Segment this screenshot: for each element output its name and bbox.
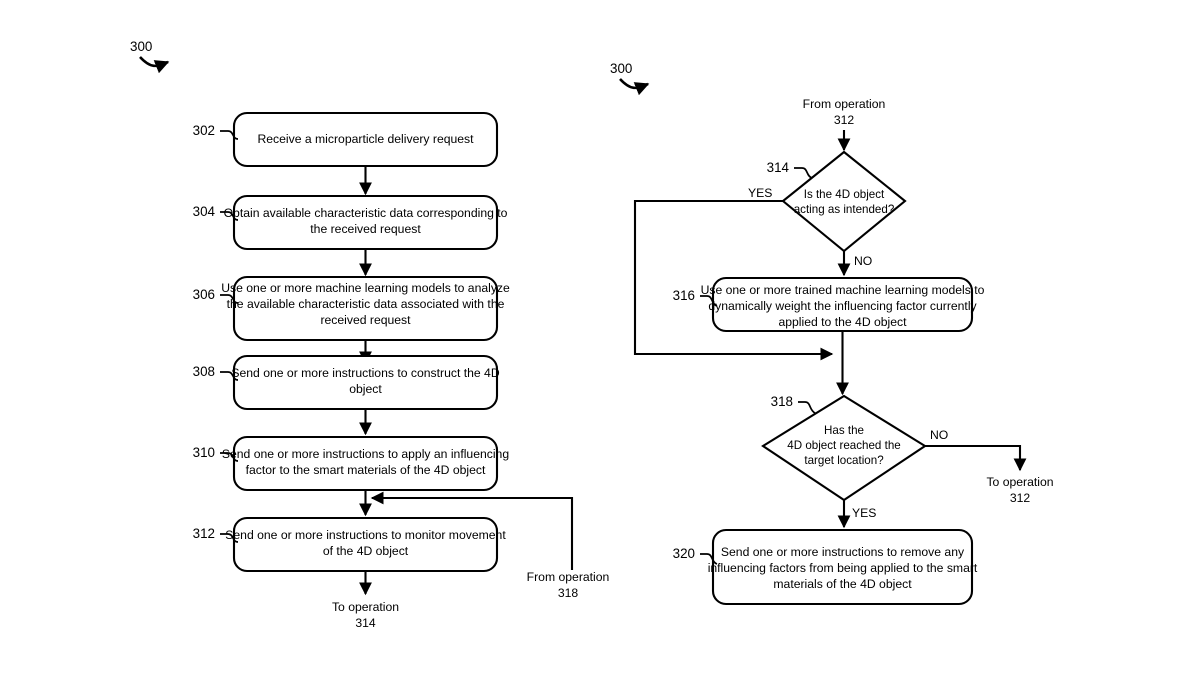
no-branch-318-exit [925, 444, 1027, 472]
exit-note-line-2: 314 [355, 616, 376, 630]
decision-314-yes-label: YES [748, 186, 772, 200]
step-320-line-1: Send one or more instructions to remove … [721, 545, 965, 559]
ref-leader-318 [798, 401, 816, 414]
ref-label-304: 304 [193, 204, 216, 219]
step-320-line-2: influencing factors from being applied t… [708, 561, 978, 575]
step-308-line-2: object [349, 382, 382, 396]
step-306-line-3: received request [320, 313, 411, 327]
figure-number-right: 300 [610, 61, 632, 76]
patent-flowchart-figure: 300 Receive a microparticle delivery req… [0, 0, 1200, 675]
step-304-line-2: the received request [310, 222, 421, 236]
ref-label-308: 308 [193, 364, 215, 379]
figure-number-left-arrow [139, 56, 170, 74]
step-box-320: Send one or more instructions to remove … [708, 528, 978, 606]
no-exit-note-line-2: 312 [1010, 491, 1031, 505]
decision-314-line-2: acting as intended? [794, 203, 895, 216]
ref-leader-314 [794, 167, 813, 179]
ref-label-316: 316 [673, 288, 695, 303]
decision-diamond-314: Is the 4D object acting as intended? [781, 150, 907, 253]
step-box-306: Use one or more machine learning models … [221, 275, 510, 342]
step-308-line-1: Send one or more instructions to constru… [231, 366, 499, 380]
step-312-line-1: Send one or more instructions to monitor… [225, 528, 506, 542]
step-box-312: Send one or more instructions to monitor… [225, 516, 506, 573]
decision-318-no-label: NO [930, 428, 948, 442]
figure-number-left: 300 [130, 39, 152, 54]
ref-label-320: 320 [673, 546, 695, 561]
ref-label-310: 310 [193, 445, 215, 460]
step-box-304: Obtain available characteristic data cor… [224, 194, 508, 251]
no-exit-note-line-1: To operation [986, 475, 1053, 489]
ref-label-306: 306 [193, 287, 215, 302]
ref-label-302: 302 [193, 123, 215, 138]
ref-label-318: 318 [771, 394, 793, 409]
flowchart-canvas: 300 Receive a microparticle delivery req… [130, 39, 1054, 630]
decision-314-no-label: NO [854, 254, 872, 268]
step-304-line-1: Obtain available characteristic data cor… [224, 206, 508, 220]
step-box-308: Send one or more instructions to constru… [231, 354, 500, 411]
figure-number-right-arrow [619, 78, 650, 96]
step-box-310: Send one or more instructions to apply a… [222, 435, 509, 492]
step-box-302: Receive a microparticle delivery request [232, 111, 499, 168]
step-310-line-2: factor to the smart materials of the 4D … [246, 463, 486, 477]
decision-318-yes-label: YES [852, 506, 876, 520]
step-316-line-3: applied to the 4D object [778, 315, 907, 329]
step-312-line-2: of the 4D object [323, 544, 409, 558]
step-box-316: Use one or more trained machine learning… [701, 276, 985, 333]
left-panel: 300 Receive a microparticle delivery req… [130, 39, 609, 630]
step-302-line-1: Receive a microparticle delivery request [257, 132, 474, 146]
decision-diamond-318: Has the 4D object reached the target loc… [761, 394, 927, 502]
decision-318-line-2: 4D object reached the [787, 439, 900, 452]
return-note-line-1: From operation [527, 570, 610, 584]
decision-314-shape [781, 150, 907, 253]
step-320-line-3: materials of the 4D object [773, 577, 912, 591]
ref-label-314: 314 [767, 160, 790, 175]
decision-318-line-3: target location? [804, 454, 884, 467]
step-310-line-1: Send one or more instructions to apply a… [222, 447, 509, 461]
decision-318-line-1: Has the [824, 424, 864, 437]
step-316-line-1: Use one or more trained machine learning… [701, 283, 985, 297]
exit-note-line-1: To operation [332, 600, 399, 614]
ref-label-312: 312 [193, 526, 215, 541]
entry-note-line-1: From operation [803, 97, 886, 111]
step-316-line-2: dynamically weight the influencing facto… [708, 299, 977, 313]
decision-314-line-1: Is the 4D object [804, 188, 885, 201]
return-note-line-2: 318 [558, 586, 579, 600]
right-panel: 300 From operation 312 Is the 4D object … [610, 61, 1054, 606]
step-306-line-1: Use one or more machine learning models … [221, 281, 510, 295]
entry-note-line-2: 312 [834, 113, 855, 127]
step-306-line-2: the available characteristic data associ… [227, 297, 505, 311]
